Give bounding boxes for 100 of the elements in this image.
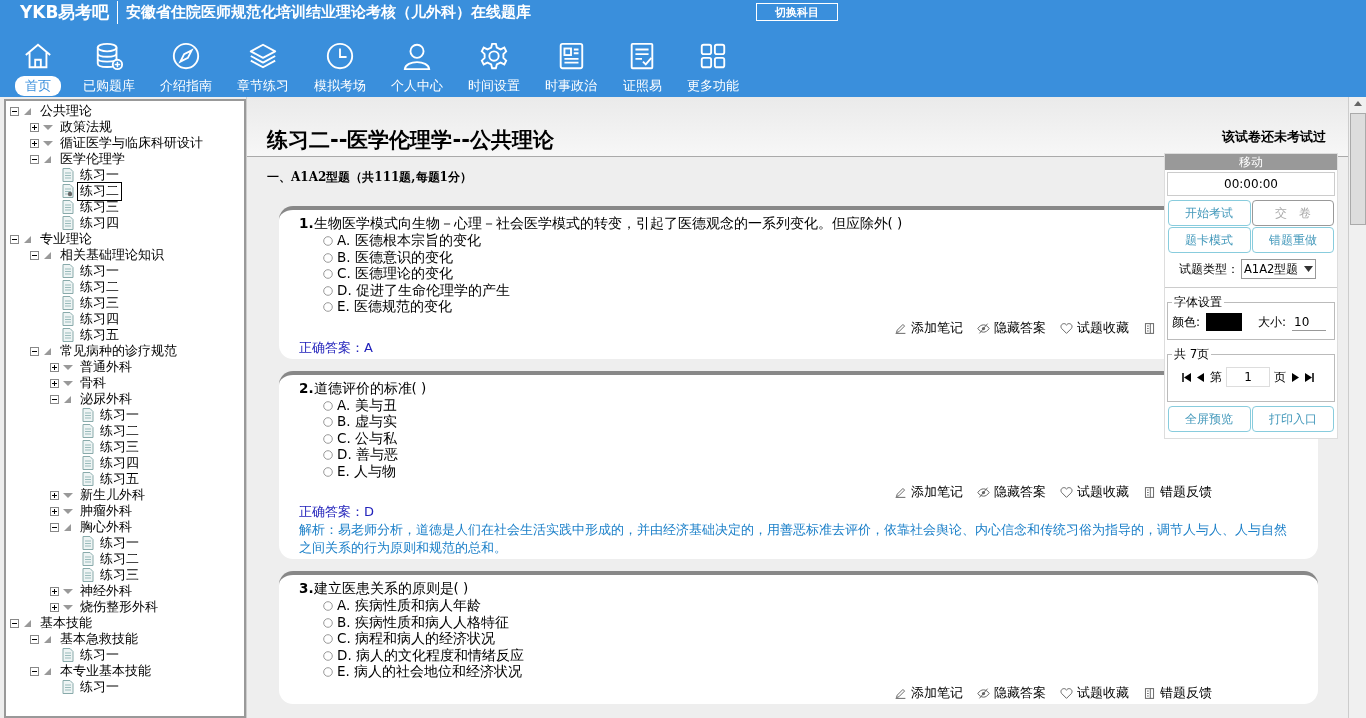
radio-button[interactable] bbox=[323, 634, 333, 645]
form-icon bbox=[1143, 321, 1156, 335]
collapse-icon[interactable] bbox=[30, 346, 39, 356]
action-link[interactable]: 错题反馈 bbox=[1143, 684, 1212, 702]
color-swatch[interactable] bbox=[1206, 313, 1243, 331]
radio-button[interactable] bbox=[323, 650, 333, 661]
action-link[interactable]: 添加笔记 bbox=[894, 484, 963, 501]
pencil-icon bbox=[894, 486, 907, 499]
grid-icon bbox=[698, 41, 728, 71]
radio-button[interactable] bbox=[323, 417, 333, 428]
scrollbar[interactable] bbox=[1348, 97, 1366, 718]
group-legend: 共 7页 bbox=[1172, 346, 1212, 363]
correct-answer: 正确答案：A bbox=[299, 338, 373, 357]
expand-icon[interactable] bbox=[50, 602, 59, 612]
collapse-icon[interactable] bbox=[30, 666, 39, 676]
action-link[interactable]: 隐藏答案 bbox=[977, 484, 1046, 501]
radio-button[interactable] bbox=[323, 302, 333, 313]
form-icon bbox=[1143, 486, 1156, 499]
triangle-icon bbox=[42, 346, 54, 356]
document-icon bbox=[82, 440, 94, 454]
triangle-icon bbox=[62, 602, 74, 612]
collapse-icon[interactable] bbox=[10, 234, 19, 244]
action-link[interactable]: 试题收藏 bbox=[1060, 684, 1129, 702]
option-text: B. 疾病性质和病人人格特征 bbox=[337, 613, 509, 631]
expand-icon[interactable] bbox=[30, 122, 39, 132]
collapse-icon[interactable] bbox=[30, 634, 39, 644]
radio-button[interactable] bbox=[323, 617, 333, 628]
triangle-icon bbox=[42, 122, 54, 132]
collapse-icon[interactable] bbox=[50, 394, 59, 404]
option-text: A. 疾病性质和病人年龄 bbox=[337, 597, 481, 615]
nav-label[interactable]: 首页 bbox=[15, 76, 61, 96]
first-page-icon[interactable] bbox=[1182, 372, 1192, 382]
radio-button[interactable] bbox=[323, 400, 333, 411]
question-text: 1.生物医学模式向生物－心理－社会医学模式的转变，引起了医德观念的一系列变化。但应除外( ) bbox=[299, 215, 903, 233]
heart-icon bbox=[1060, 321, 1073, 335]
next-page-icon[interactable] bbox=[1290, 372, 1300, 382]
previous-page-icon[interactable] bbox=[1196, 372, 1206, 382]
triangle-icon bbox=[42, 666, 54, 676]
radio-button[interactable] bbox=[323, 450, 333, 461]
expand-icon[interactable] bbox=[50, 586, 59, 596]
action-link[interactable]: 隐藏答案 bbox=[977, 319, 1046, 337]
tree-item[interactable]: 练习二 bbox=[77, 181, 122, 201]
expand-icon[interactable] bbox=[30, 138, 39, 148]
expand-icon[interactable] bbox=[50, 490, 59, 500]
action-link[interactable]: 隐藏答案 bbox=[977, 684, 1046, 702]
site-title: 安徽省住院医师规范化培训结业理论考核（儿外科）在线题库 bbox=[125, 2, 533, 22]
triangle-icon bbox=[22, 618, 34, 628]
radio-button[interactable] bbox=[323, 601, 333, 612]
document-icon bbox=[82, 536, 94, 550]
nav-item[interactable]: 首页 bbox=[8, 41, 68, 96]
option-text: A. 美与丑 bbox=[337, 396, 397, 414]
expand-icon[interactable] bbox=[50, 362, 59, 372]
last-page-icon[interactable] bbox=[1304, 372, 1314, 382]
collapse-icon[interactable] bbox=[50, 522, 59, 532]
eye-icon bbox=[977, 321, 990, 335]
action-link[interactable]: 试题收藏 bbox=[1060, 484, 1129, 501]
caret-icon bbox=[1304, 266, 1314, 272]
document-icon bbox=[62, 312, 74, 326]
page-field[interactable]: 1 bbox=[1226, 367, 1270, 387]
option-text: E. 医德规范的变化 bbox=[337, 298, 453, 317]
group-legend: 字体设置 bbox=[1172, 294, 1224, 311]
scroll-up-icon[interactable] bbox=[1352, 99, 1363, 109]
option-text: C. 医德理论的变化 bbox=[337, 265, 453, 283]
section-heading: 一、A1A2型题（共111题,每题1分） bbox=[267, 169, 472, 186]
expand-icon[interactable] bbox=[50, 506, 59, 516]
collapse-icon[interactable] bbox=[30, 250, 39, 260]
document-icon bbox=[62, 200, 74, 214]
option-text: C. 公与私 bbox=[337, 429, 397, 447]
size-label: 大小: bbox=[1258, 313, 1287, 331]
triangle-icon bbox=[62, 586, 74, 596]
compass-icon bbox=[171, 41, 201, 71]
radio-button[interactable] bbox=[323, 466, 333, 477]
type-dropdown[interactable]: A1A2型题 bbox=[1241, 259, 1317, 279]
radio-button[interactable] bbox=[323, 285, 333, 296]
collapse-icon[interactable] bbox=[10, 618, 19, 628]
analysis-text: 解析：易老师分析，道德是人们在社会生活实践中形成的，并由经济基础决定的，用善恶标准去评价，依靠社会舆论、内心信念和传统习俗为指导的，调节人与人、人与自然之间关系的行为原则和规范的总和。 bbox=[299, 521, 1288, 557]
scroll-thumb[interactable] bbox=[1349, 113, 1366, 225]
action-link[interactable]: 试题收藏 bbox=[1060, 319, 1129, 337]
database-icon bbox=[94, 41, 124, 71]
triangle-icon bbox=[42, 634, 54, 644]
eye-icon bbox=[977, 486, 990, 499]
radio-button[interactable] bbox=[323, 433, 333, 444]
option-text: D. 善与恶 bbox=[337, 446, 398, 464]
heart-icon bbox=[1060, 486, 1073, 499]
collapse-icon[interactable] bbox=[30, 154, 39, 164]
radio-button[interactable] bbox=[323, 269, 333, 280]
triangle-icon bbox=[22, 106, 34, 116]
action-link[interactable]: 添加笔记 bbox=[894, 684, 963, 702]
collapse-icon[interactable] bbox=[10, 106, 19, 116]
action-link[interactable]: 错题反馈 bbox=[1143, 484, 1212, 501]
expand-icon[interactable] bbox=[50, 378, 59, 388]
radio-button[interactable] bbox=[323, 252, 333, 263]
radio-button[interactable] bbox=[323, 236, 333, 247]
logo: YKB易考吧 bbox=[20, 0, 119, 24]
option-text: E. 病人的社会地位和经济状况 bbox=[337, 663, 523, 682]
action-link[interactable]: 添加笔记 bbox=[894, 319, 963, 337]
radio-button[interactable] bbox=[323, 667, 333, 678]
gear-icon bbox=[479, 41, 509, 71]
option-text: D. 促进了生命伦理学的产生 bbox=[337, 281, 510, 299]
document-icon bbox=[82, 552, 94, 566]
